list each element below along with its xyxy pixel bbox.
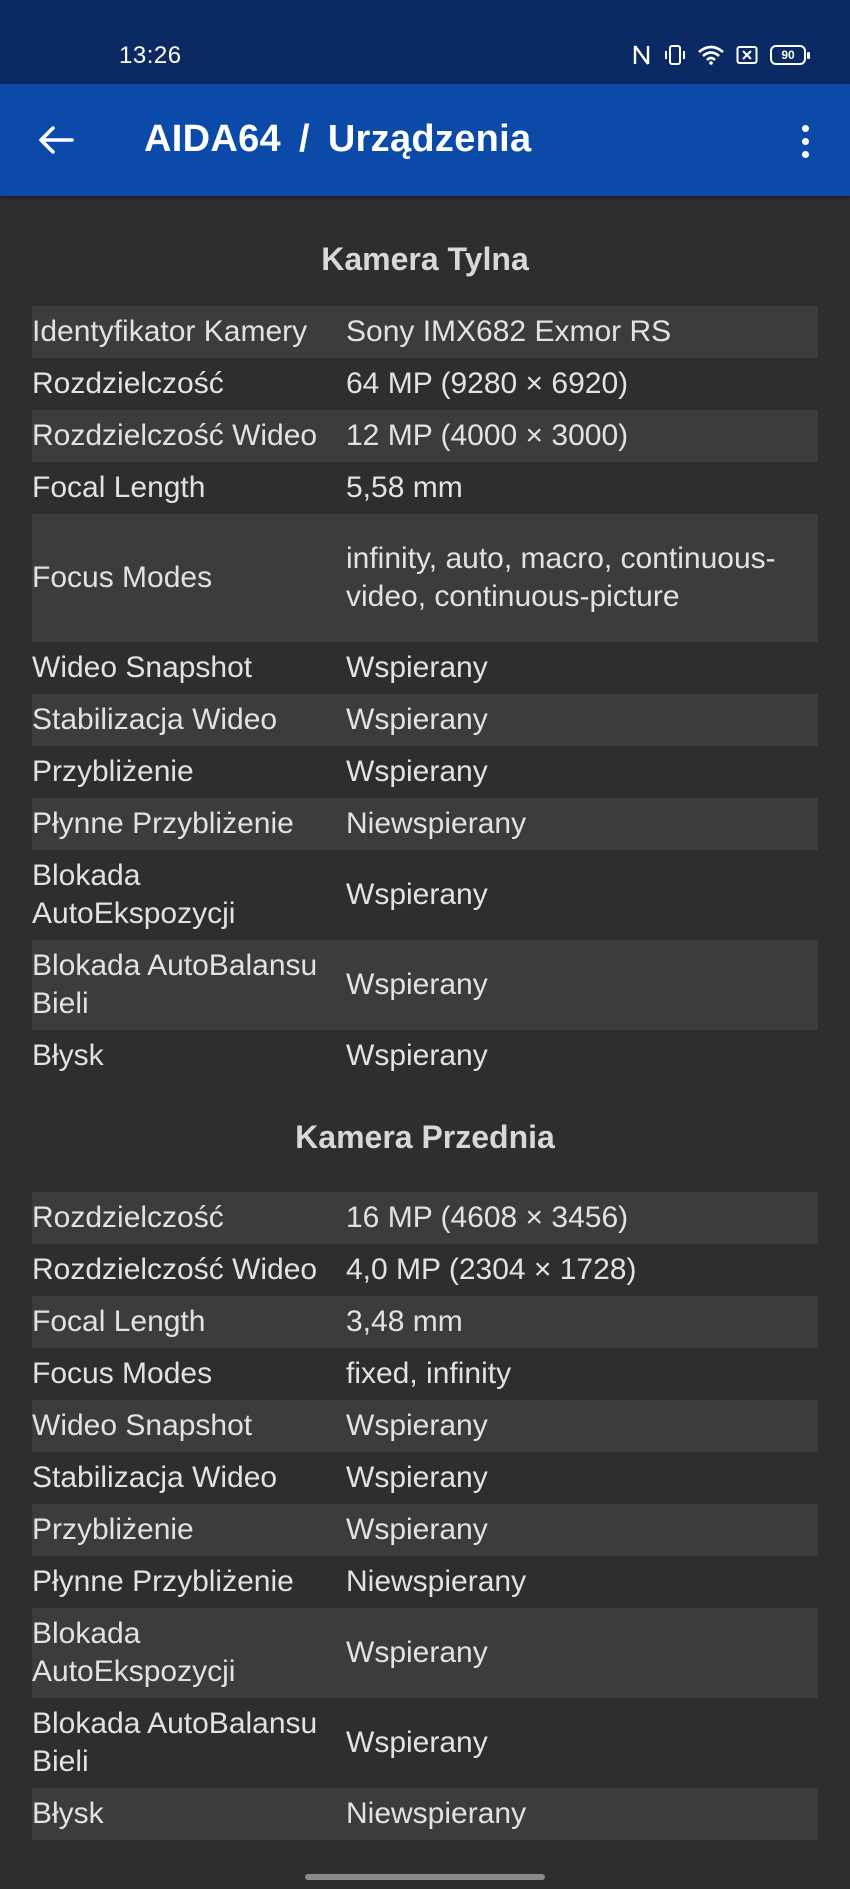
table-row: Blokada AutoEkspozycji Wspierany <box>32 850 818 940</box>
table-row: Blokada AutoBalansu Bieli Wspierany <box>32 1698 818 1788</box>
table-row: Przybliżenie Wspierany <box>32 746 818 798</box>
table-row: Przybliżenie Wspierany <box>32 1504 818 1556</box>
row-label: Blokada AutoEkspozycji <box>32 859 236 930</box>
row-label: Wideo Snapshot <box>32 1409 253 1442</box>
row-label: Blokada AutoBalansu Bieli <box>32 1707 318 1778</box>
table-row: Blokada AutoBalansu Bieli Wspierany <box>32 940 818 1030</box>
more-vert-icon-dot <box>801 150 809 158</box>
row-value: 4,0 MP (2304 × 1728) <box>346 1253 637 1286</box>
table-row: Identyfikator Kamery Sony IMX682 Exmor R… <box>32 306 818 358</box>
wifi-icon <box>698 45 724 65</box>
table-row: Stabilizacja Wideo Wspierany <box>32 1452 818 1504</box>
table-row: Rozdzielczość 64 MP (9280 × 6920) <box>32 358 818 410</box>
nfc-icon <box>632 44 652 66</box>
status-icons: 90 <box>632 44 810 66</box>
row-label: Blokada AutoBalansu Bieli <box>32 949 318 1020</box>
row-label: Błysk <box>32 1797 104 1830</box>
app-bar: AIDA64 / Urządzenia <box>0 84 850 196</box>
row-value: Wspierany <box>346 1461 488 1494</box>
row-value: Wspierany <box>346 968 488 1001</box>
row-label: Błysk <box>32 1039 104 1072</box>
table-row: Focal Length 5,58 mm <box>32 462 818 514</box>
table-row: Płynne Przybliżenie Niewspierany <box>32 798 818 850</box>
row-value: 64 MP (9280 × 6920) <box>346 367 629 400</box>
row-value: Wspierany <box>346 878 488 911</box>
back-arrow-icon <box>39 126 74 154</box>
row-label: Focus Modes <box>32 561 213 594</box>
row-value: Wspierany <box>346 1039 488 1072</box>
row-value: 16 MP (4608 × 3456) <box>346 1201 629 1234</box>
row-label: Focal Length <box>32 1305 206 1338</box>
table-row: Blokada AutoEkspozycji Wspierany <box>32 1608 818 1698</box>
app-name: AIDA64 <box>144 118 281 160</box>
row-label: Identyfikator Kamery <box>32 315 308 348</box>
row-value: Wspierany <box>346 651 488 684</box>
row-value: Wspierany <box>346 1636 488 1669</box>
page-title: Urządzenia <box>327 118 532 160</box>
row-label: Płynne Przybliżenie <box>32 1565 294 1598</box>
row-value: Niewspierany <box>346 1565 527 1598</box>
more-vert-icon-dot <box>801 137 809 145</box>
table-row: Rozdzielczość Wideo 12 MP (4000 × 3000) <box>32 410 818 462</box>
row-value: Wspierany <box>346 703 488 736</box>
table-row: Rozdzielczość 16 MP (4608 × 3456) <box>32 1192 818 1244</box>
table-row: Focus Modes infinity, auto, macro, conti… <box>32 514 818 642</box>
row-value: Wspierany <box>346 1409 488 1442</box>
row-value: 5,58 mm <box>346 471 463 504</box>
row-label: Blokada AutoEkspozycji <box>32 1617 236 1688</box>
row-value: Sony IMX682 Exmor RS <box>346 315 672 348</box>
table-row: Focal Length 3,48 mm <box>32 1296 818 1348</box>
title-separator: / <box>298 118 310 160</box>
row-label: Rozdzielczość Wideo <box>32 1253 318 1286</box>
table-row: Wideo Snapshot Wspierany <box>32 642 818 694</box>
section-title-front-camera: Kamera Przednia <box>295 1119 555 1155</box>
row-label: Przybliżenie <box>32 755 194 788</box>
vibrate-icon <box>664 44 686 66</box>
table-row: Rozdzielczość Wideo 4,0 MP (2304 × 1728) <box>32 1244 818 1296</box>
row-label: Rozdzielczość <box>32 367 224 400</box>
more-vert-icon-dot <box>801 124 809 132</box>
table-row: Płynne Przybliżenie Niewspierany <box>32 1556 818 1608</box>
row-value: 3,48 mm <box>346 1305 463 1338</box>
row-label: Płynne Przybliżenie <box>32 807 294 840</box>
row-value: Niewspierany <box>346 807 527 840</box>
row-label: Focus Modes <box>32 1357 213 1390</box>
overflow-menu-button[interactable] <box>790 116 820 166</box>
row-label: Stabilizacja Wideo <box>32 703 278 736</box>
battery-icon: 90 <box>770 45 810 65</box>
table-row: Wideo Snapshot Wspierany <box>32 1400 818 1452</box>
row-value: Wspierany <box>346 755 488 788</box>
sim-disabled-icon <box>736 45 758 65</box>
row-label: Stabilizacja Wideo <box>32 1461 278 1494</box>
gesture-nav-handle[interactable] <box>305 1874 545 1880</box>
row-label: Wideo Snapshot <box>32 651 253 684</box>
row-label: Rozdzielczość <box>32 1201 224 1234</box>
status-time: 13:26 <box>119 42 182 69</box>
section-title-rear-camera: Kamera Tylna <box>321 241 529 277</box>
device-details: Kamera Tylna Identyfikator Kamery Sony I… <box>32 196 818 1840</box>
row-value: Wspierany <box>346 1726 488 1759</box>
row-value: infinity, auto, macro, continuous-video,… <box>346 542 776 613</box>
row-value: fixed, infinity <box>346 1357 512 1390</box>
row-value: Wspierany <box>346 1513 488 1546</box>
row-value: Niewspierany <box>346 1797 527 1830</box>
app-title: AIDA64 / Urządzenia <box>144 118 531 161</box>
row-label: Przybliżenie <box>32 1513 194 1546</box>
back-button[interactable] <box>34 118 78 162</box>
table-row: Błysk Niewspierany <box>32 1788 818 1840</box>
table-row: Stabilizacja Wideo Wspierany <box>32 694 818 746</box>
table-row: Focus Modes fixed, infinity <box>32 1348 818 1400</box>
row-label: Rozdzielczość Wideo <box>32 419 318 452</box>
table-row: Błysk Wspierany <box>32 1030 818 1082</box>
row-label: Focal Length <box>32 471 206 504</box>
row-value: 12 MP (4000 × 3000) <box>346 419 629 452</box>
status-bar: 13:26 90 <box>0 0 850 84</box>
